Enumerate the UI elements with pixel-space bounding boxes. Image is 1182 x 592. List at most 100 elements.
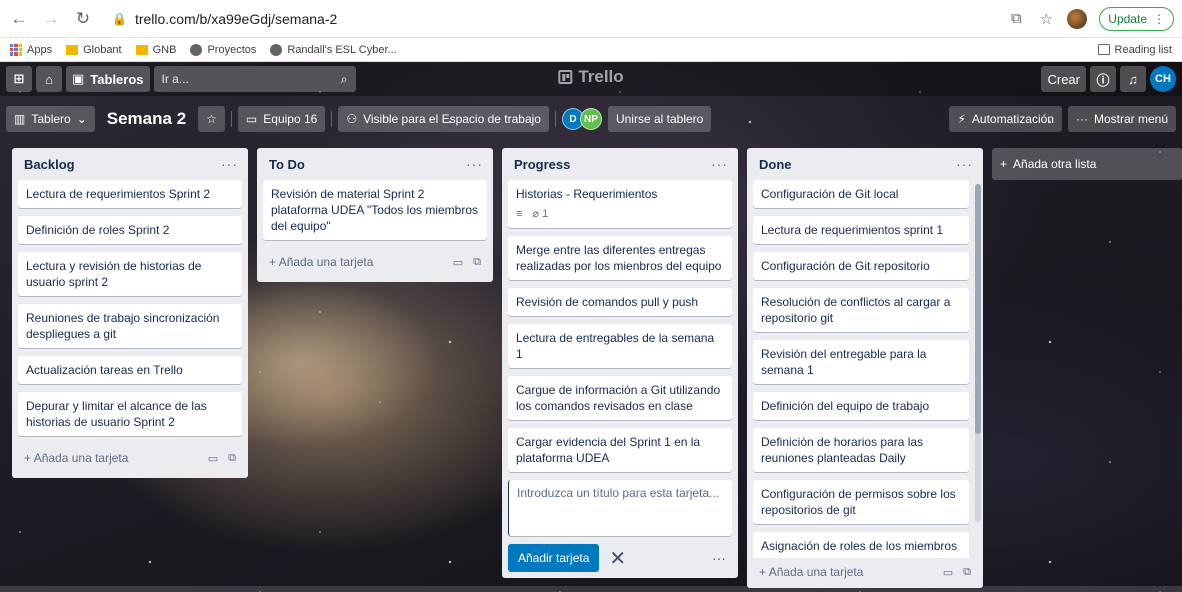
card[interactable]: Definición de roles Sprint 2 [18,216,242,244]
list-title: Done [759,156,792,172]
globe-icon [270,43,283,56]
bookmark-proyectos[interactable]: Proyectos [190,43,257,56]
card[interactable]: Revisión de comandos pull y push [508,288,732,316]
reload-icon[interactable]: ↻ [72,8,94,30]
card[interactable]: Depurar y limitar el alcance de las hist… [18,392,242,436]
list-menu-icon[interactable]: ··· [956,156,973,172]
star-icon: ☆ [206,112,217,126]
boards-button[interactable]: ▣ Tableros [66,66,150,92]
card[interactable]: Lectura y revisión de historias de usuar… [18,252,242,296]
plus-icon: + [1000,157,1008,171]
list-menu-icon[interactable]: ··· [221,156,238,172]
lightning-icon: ⚡ [957,112,966,126]
card[interactable]: Cargar evidencia del Sprint 1 en la plat… [508,428,732,472]
show-menu-button[interactable]: ··· Mostrar menú [1067,106,1176,132]
card[interactable]: Definición de horarios para las reunione… [753,428,969,472]
card[interactable]: Configuración de Git repositorio [753,252,969,280]
list-header[interactable]: Backlog ··· [18,148,242,180]
trello-header: ⊞ ⌂ ▣ Tableros Ir a... ⌕ Trello Crear ⓘ … [0,62,1182,96]
description-icon: ≡ [516,208,523,220]
trello-logo-icon [558,70,573,84]
visibility-button[interactable]: ⚇ Visible para el Espacio de trabajo [338,106,549,132]
boards-label: Tableros [90,71,144,87]
list-header[interactable]: To Do ··· [263,148,487,180]
horizontal-scrollbar[interactable] [0,586,1182,592]
card[interactable]: Asignación de roles de los miembros [753,532,969,558]
back-arrow-icon[interactable]: ← [8,8,30,30]
view-switcher-button[interactable]: ▥ Tablero ⌄ [6,106,95,132]
card[interactable]: Lectura de requerimientos sprint 1 [753,216,969,244]
card[interactable]: Revisión del entregable para la semana 1 [753,340,969,384]
plus-icon: + [759,565,769,579]
reading-list-button[interactable]: Reading list [1097,44,1172,56]
info-button[interactable]: ⓘ [1090,66,1116,92]
address-bar[interactable]: 🔒 trello.com/b/xa99eGdj/semana-2 [104,5,997,33]
profile-avatar[interactable] [1067,8,1088,29]
card[interactable]: Revisión de material Sprint 2 plataforma… [263,180,487,240]
list-header[interactable]: Done ··· [753,148,977,180]
update-button[interactable]: Update ⋮ [1099,6,1174,31]
bookmark-label: Proyectos [207,43,257,56]
bookmark-label: Apps [27,43,53,56]
chevron-down-icon: ⌄ [76,112,87,126]
bookmark-randalls[interactable]: Randall's ESL Cyber... [270,43,397,56]
list-header[interactable]: Progress ··· [508,148,732,180]
home-icon: ⌂ [45,71,53,87]
home-button[interactable]: ⌂ [36,66,62,92]
card[interactable]: Historias - Requerimientos ≡ ⌀ 1 [508,180,732,228]
automation-button[interactable]: ⚡ Automatización [949,106,1062,132]
list-menu-icon[interactable]: ··· [466,156,483,172]
star-board-button[interactable]: ☆ [198,106,225,132]
bookmark-apps[interactable]: Apps [10,43,53,56]
trello-logo-text: Trello [578,67,624,86]
card[interactable]: Resolución de conflictos al cargar a rep… [753,288,969,332]
scrollbar[interactable] [975,184,981,522]
search-input[interactable]: Ir a... ⌕ [153,66,356,92]
card[interactable]: Merge entre las diferentes entregas real… [508,236,732,280]
bookmark-gnb[interactable]: GNB [135,44,176,56]
bookmarks-bar: Apps Globant GNB Proyectos Randall's ESL… [0,38,1182,62]
member-avatar[interactable]: NP [579,108,602,130]
people-icon: ⚇ [346,112,358,126]
card[interactable]: Lectura de entregables de la semana 1 [508,324,732,368]
add-list-button[interactable]: + Añada otra lista [992,148,1182,180]
bookmark-globant[interactable]: Globant [66,44,122,56]
board-title[interactable]: Semana 2 [101,109,192,129]
card[interactable]: Configuración de permisos sobre los repo… [753,480,969,524]
trello-logo[interactable]: Trello [558,67,624,87]
app-switcher-button[interactable]: ⊞ [6,66,32,92]
team-button[interactable]: ▭ Equipo 16 [237,106,326,132]
add-card-button[interactable]: + Añada una tarjeta ▭ ⧉ [263,248,487,276]
create-button[interactable]: Crear [1041,66,1086,92]
list-title: Progress [514,156,571,172]
add-card-submit-button[interactable]: Añadir tarjeta [508,544,600,572]
card[interactable]: Cargue de información a Git utilizando l… [508,376,732,420]
close-icon[interactable]: ✕ [609,546,626,571]
done-cards-scroll[interactable]: Configuración de Git local Lectura de re… [753,180,977,558]
notifications-button[interactable]: ♫ [1120,66,1146,92]
more-options-icon[interactable]: ··· [712,550,732,566]
add-card-button[interactable]: + Añada una tarjeta ▭ ⧉ [18,444,242,472]
more-vert-icon: ⋮ [1153,11,1165,26]
view-label: Tablero [31,112,71,126]
card[interactable]: Lectura de requerimientos Sprint 2 [18,180,242,208]
divider [331,111,333,127]
template-icon[interactable]: ⧉ [963,566,971,579]
board-header: ▥ Tablero ⌄ Semana 2 ☆ ▭ Equipo 16 ⚇ Vis… [0,104,1182,134]
user-avatar[interactable]: CH [1150,66,1176,92]
new-card-input[interactable]: Introduzca un título para esta tarjeta..… [508,480,732,536]
card[interactable]: Definición del equipo de trabajo [753,392,969,420]
card[interactable]: Reuniones de trabajo sincronización desp… [18,304,242,348]
translate-icon[interactable]: ⧉ [1007,10,1025,28]
create-label: Crear [1047,71,1080,87]
forward-arrow-icon[interactable]: → [40,8,62,30]
card[interactable]: Configuración de Git local [753,180,969,208]
star-icon[interactable]: ☆ [1037,10,1055,28]
card[interactable]: Actualización tareas en Trello [18,356,242,384]
add-card-button[interactable]: + Añada una tarjeta ▭ ⧉ [753,558,977,586]
join-board-button[interactable]: Unirse al tablero [607,106,712,132]
list-menu-icon[interactable]: ··· [711,156,728,172]
template-icon[interactable]: ⧉ [228,452,236,465]
add-list-label: Añada otra lista [1013,157,1097,171]
template-icon[interactable]: ⧉ [473,256,481,269]
